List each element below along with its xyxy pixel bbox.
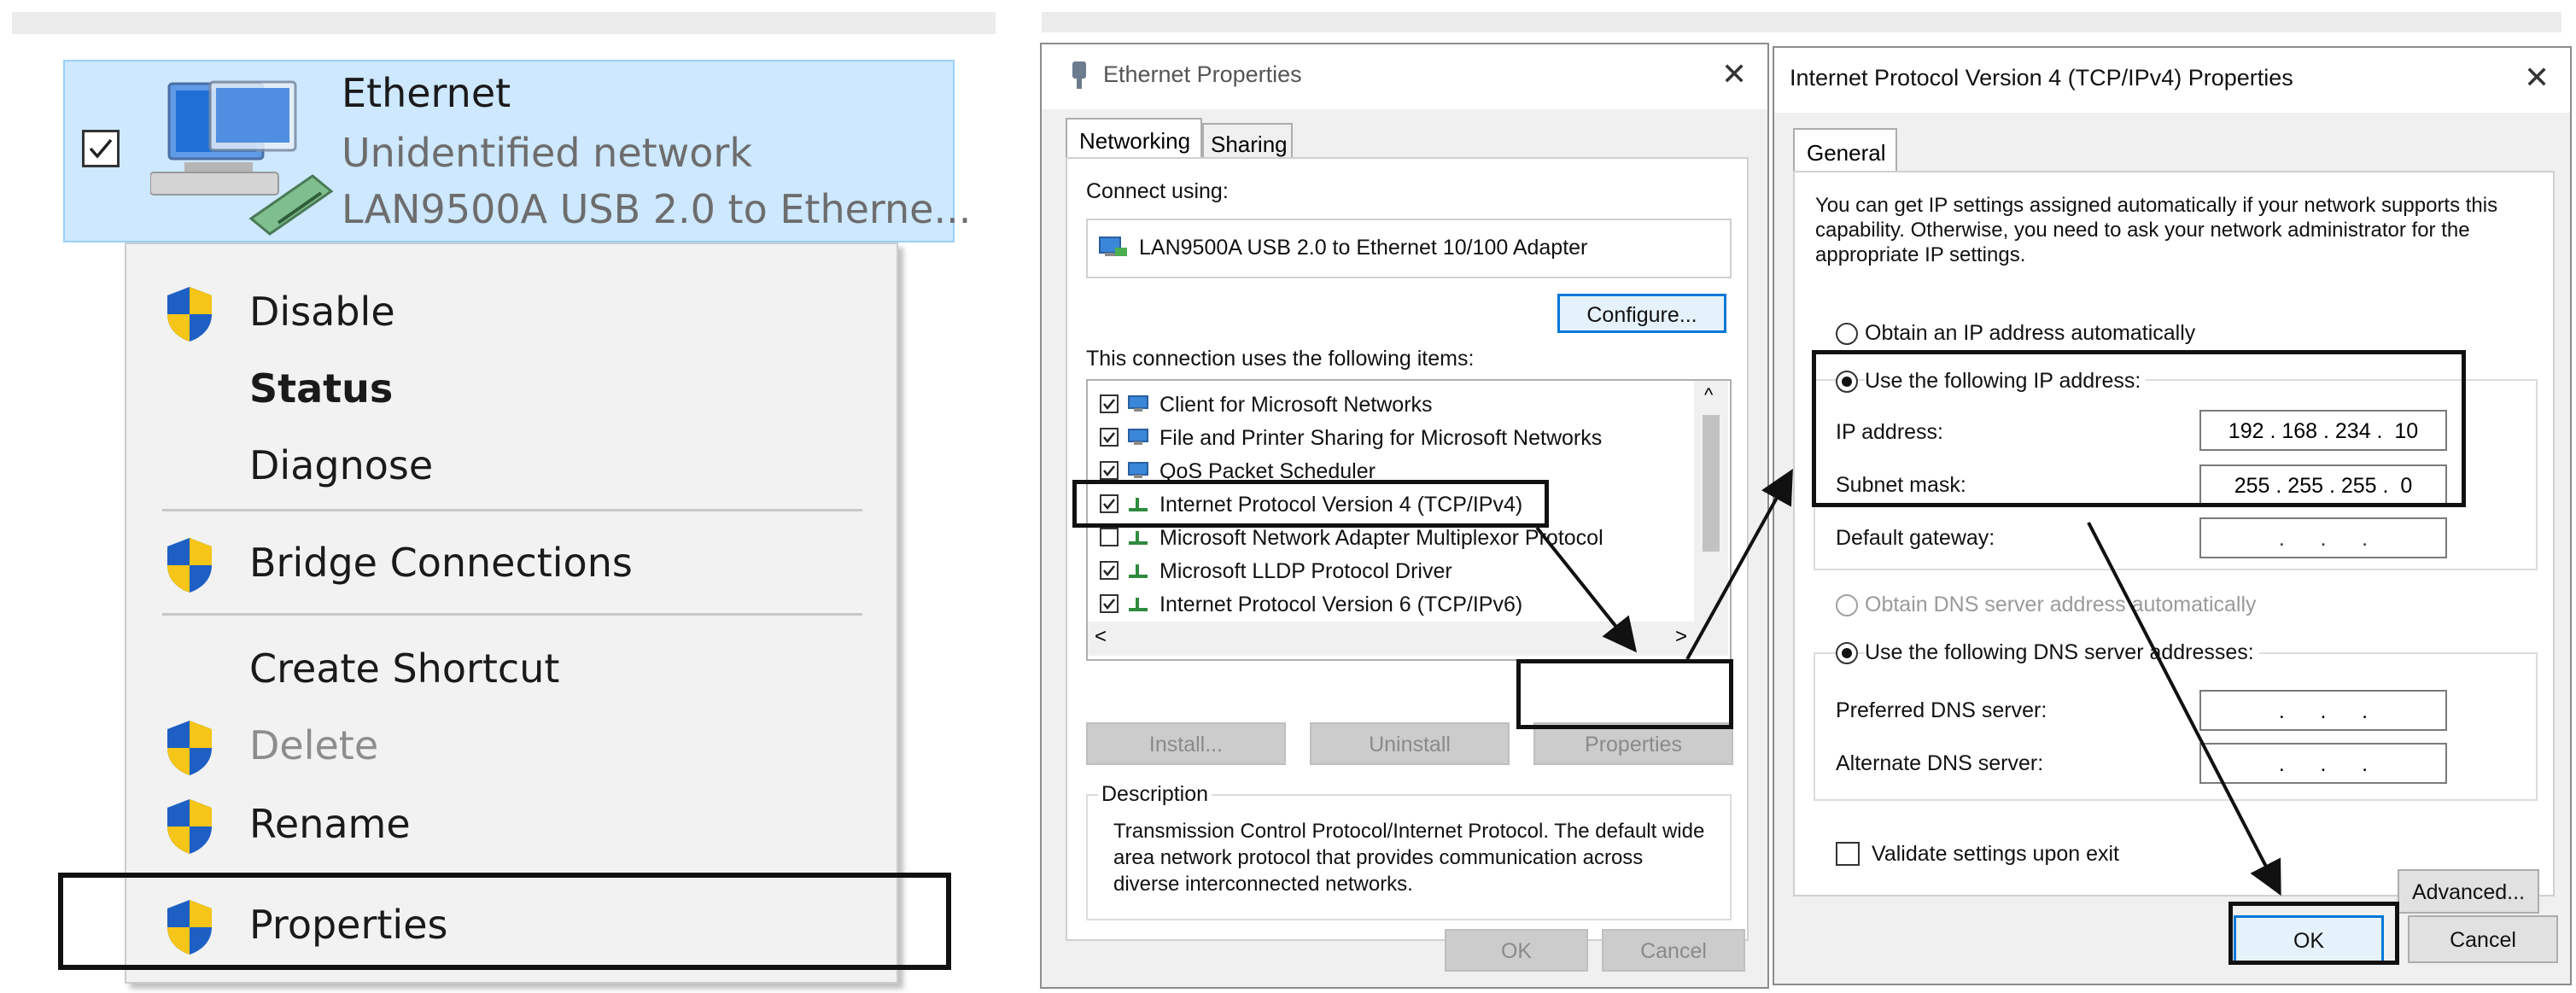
arrow-to-ipv4-dialog <box>1685 469 1793 660</box>
arrow-to-properties-button <box>1535 526 1637 653</box>
annotation-arrows <box>1535 469 2281 897</box>
arrow-to-ok-button <box>2087 522 2281 897</box>
